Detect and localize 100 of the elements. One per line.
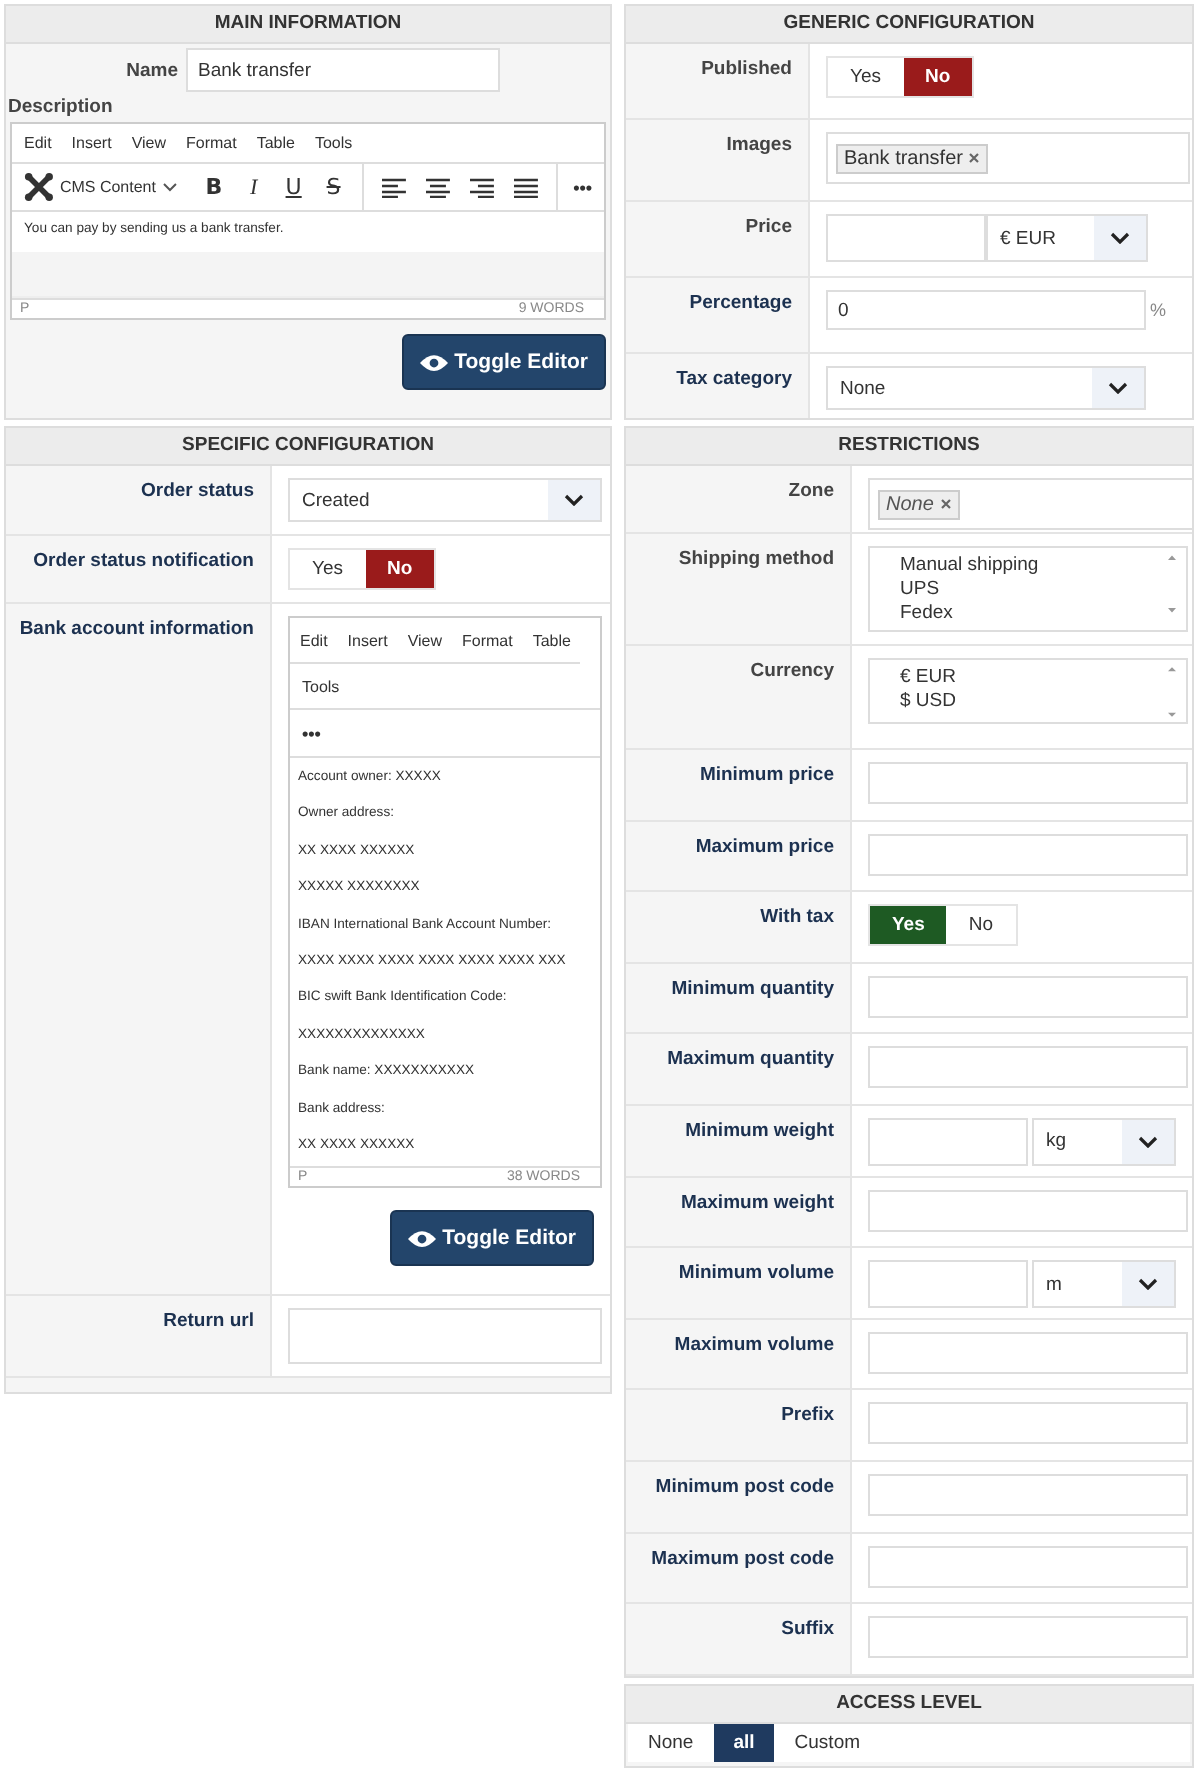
access-option[interactable]: None (628, 1724, 714, 1762)
remove-icon[interactable] (939, 498, 952, 510)
scrollbar-icon[interactable] (1166, 666, 1178, 718)
number-field[interactable] (868, 1117, 1028, 1166)
tag-field[interactable]: Bank transfer (826, 132, 1190, 184)
toggle-option[interactable]: No (365, 550, 435, 588)
name-field[interactable]: Bank transfer (186, 48, 500, 92)
field-label: Minimum volume (678, 1262, 834, 1285)
select-dropdown[interactable]: Created (288, 478, 602, 522)
more-button[interactable]: ••• (302, 723, 321, 743)
toggle-editor-button[interactable]: Toggle Editor (390, 1210, 594, 1266)
align-icon[interactable] (425, 177, 450, 197)
menu-item[interactable]: View (397, 618, 453, 664)
format-button[interactable]: B (201, 174, 226, 200)
field-label: Prefix (781, 1404, 834, 1427)
chevron-down-icon (1138, 1278, 1158, 1291)
field-label: Maximum weight (680, 1191, 834, 1214)
access-option[interactable]: all (713, 1724, 775, 1762)
field-label: Images (726, 134, 792, 156)
tag-chip[interactable]: None (878, 489, 960, 519)
field-label: Zone (788, 480, 834, 502)
text-editor[interactable] (288, 616, 602, 1188)
menu-item[interactable]: Format (186, 134, 237, 152)
list-option[interactable]: Fedex (900, 602, 1039, 626)
field-label: Bank account information (19, 618, 254, 640)
unit-dropdown[interactable]: kg (1032, 1117, 1176, 1166)
menu-item[interactable]: Insert (337, 618, 398, 664)
align-icon[interactable] (513, 177, 538, 197)
tag-field[interactable]: None (868, 478, 1192, 530)
toggle-editor-button[interactable]: Toggle Editor (402, 334, 606, 390)
toggle-option[interactable]: No (903, 58, 973, 96)
menu-item[interactable]: Edit (290, 618, 338, 664)
menu-item[interactable]: Format (452, 618, 523, 664)
multi-select-list[interactable]: Manual shipping UPS Fedex (868, 546, 1188, 632)
align-icon[interactable] (381, 177, 406, 197)
field-label: Name (124, 59, 178, 81)
eye-icon (420, 353, 449, 371)
more-button[interactable]: ••• (573, 177, 593, 197)
field-label: Published (701, 58, 792, 80)
text-field[interactable] (868, 1402, 1188, 1445)
text-field[interactable] (288, 1308, 602, 1364)
text-field[interactable] (868, 1545, 1188, 1588)
scrollbar-icon[interactable] (1166, 554, 1178, 614)
chevron-down-icon (1138, 1135, 1158, 1148)
logo-icon[interactable] (24, 172, 54, 202)
align-icon[interactable] (469, 177, 494, 197)
eye-icon (408, 1229, 437, 1247)
panel-title: GENERIC CONFIGURATION (626, 6, 1192, 44)
menu-item[interactable]: View (131, 134, 167, 152)
list-option[interactable]: $ USD (900, 690, 956, 714)
caret-icon (161, 182, 178, 192)
field-label: Tax category (676, 368, 792, 390)
select-dropdown[interactable]: None (826, 366, 1146, 410)
text-field[interactable] (868, 762, 1188, 804)
field-label: Maximum volume (674, 1333, 834, 1356)
menu-item[interactable]: Tools (290, 664, 600, 708)
number-field[interactable] (868, 1260, 1028, 1309)
text-field[interactable] (868, 975, 1188, 1018)
field-label: Minimum post code (655, 1475, 834, 1498)
panel-title: MAIN INFORMATION (6, 6, 610, 44)
format-button[interactable]: S (321, 174, 346, 200)
toggle-option[interactable]: Yes (828, 58, 903, 96)
multi-select-list[interactable]: € EUR $ USD (868, 658, 1188, 724)
chevron-down-icon (564, 494, 584, 506)
toggle-option[interactable]: Yes (290, 550, 365, 588)
field-label: Return url (163, 1310, 254, 1332)
toggle-option[interactable]: Yes (870, 906, 947, 945)
menu-item[interactable]: Tools (314, 134, 353, 152)
menu-item[interactable]: Edit (24, 134, 52, 152)
menu-item[interactable]: Insert (71, 134, 112, 152)
field-label: Order status notification (33, 550, 254, 572)
unit-dropdown[interactable]: m (1032, 1260, 1176, 1309)
tag-chip[interactable]: Bank transfer (836, 143, 989, 173)
chevron-down-icon (1108, 382, 1128, 394)
field-label: Currency (750, 660, 834, 682)
list-option[interactable]: € EUR (900, 666, 956, 690)
text-field[interactable] (868, 833, 1188, 876)
remove-icon[interactable] (968, 152, 981, 164)
menu-item[interactable]: Table (522, 618, 581, 664)
field-label: Minimum price (699, 764, 834, 786)
percentage-field[interactable]: 0 (826, 290, 1146, 330)
text-field[interactable] (868, 1473, 1188, 1516)
format-button[interactable]: U (281, 174, 306, 200)
panel-title: SPECIFIC CONFIGURATION (6, 428, 610, 466)
text-field[interactable] (868, 1189, 1188, 1232)
number-field[interactable] (826, 214, 986, 262)
menu-item[interactable]: Table (256, 134, 295, 152)
format-button[interactable]: I (241, 175, 266, 199)
list-option[interactable]: UPS (900, 578, 1039, 602)
format-dropdown[interactable]: CMS Content (59, 178, 156, 196)
field-label: Minimum weight (685, 1119, 834, 1142)
access-option[interactable]: Custom (774, 1724, 881, 1762)
toggle-option[interactable]: No (946, 906, 1016, 945)
unit-dropdown[interactable]: € EUR (986, 214, 1148, 262)
field-label: Maximum post code (651, 1547, 834, 1570)
field-label: Suffix (781, 1618, 834, 1641)
text-field[interactable] (868, 1331, 1188, 1374)
list-option[interactable]: Manual shipping (900, 554, 1039, 578)
text-field[interactable] (868, 1616, 1188, 1659)
text-field[interactable] (868, 1046, 1188, 1089)
